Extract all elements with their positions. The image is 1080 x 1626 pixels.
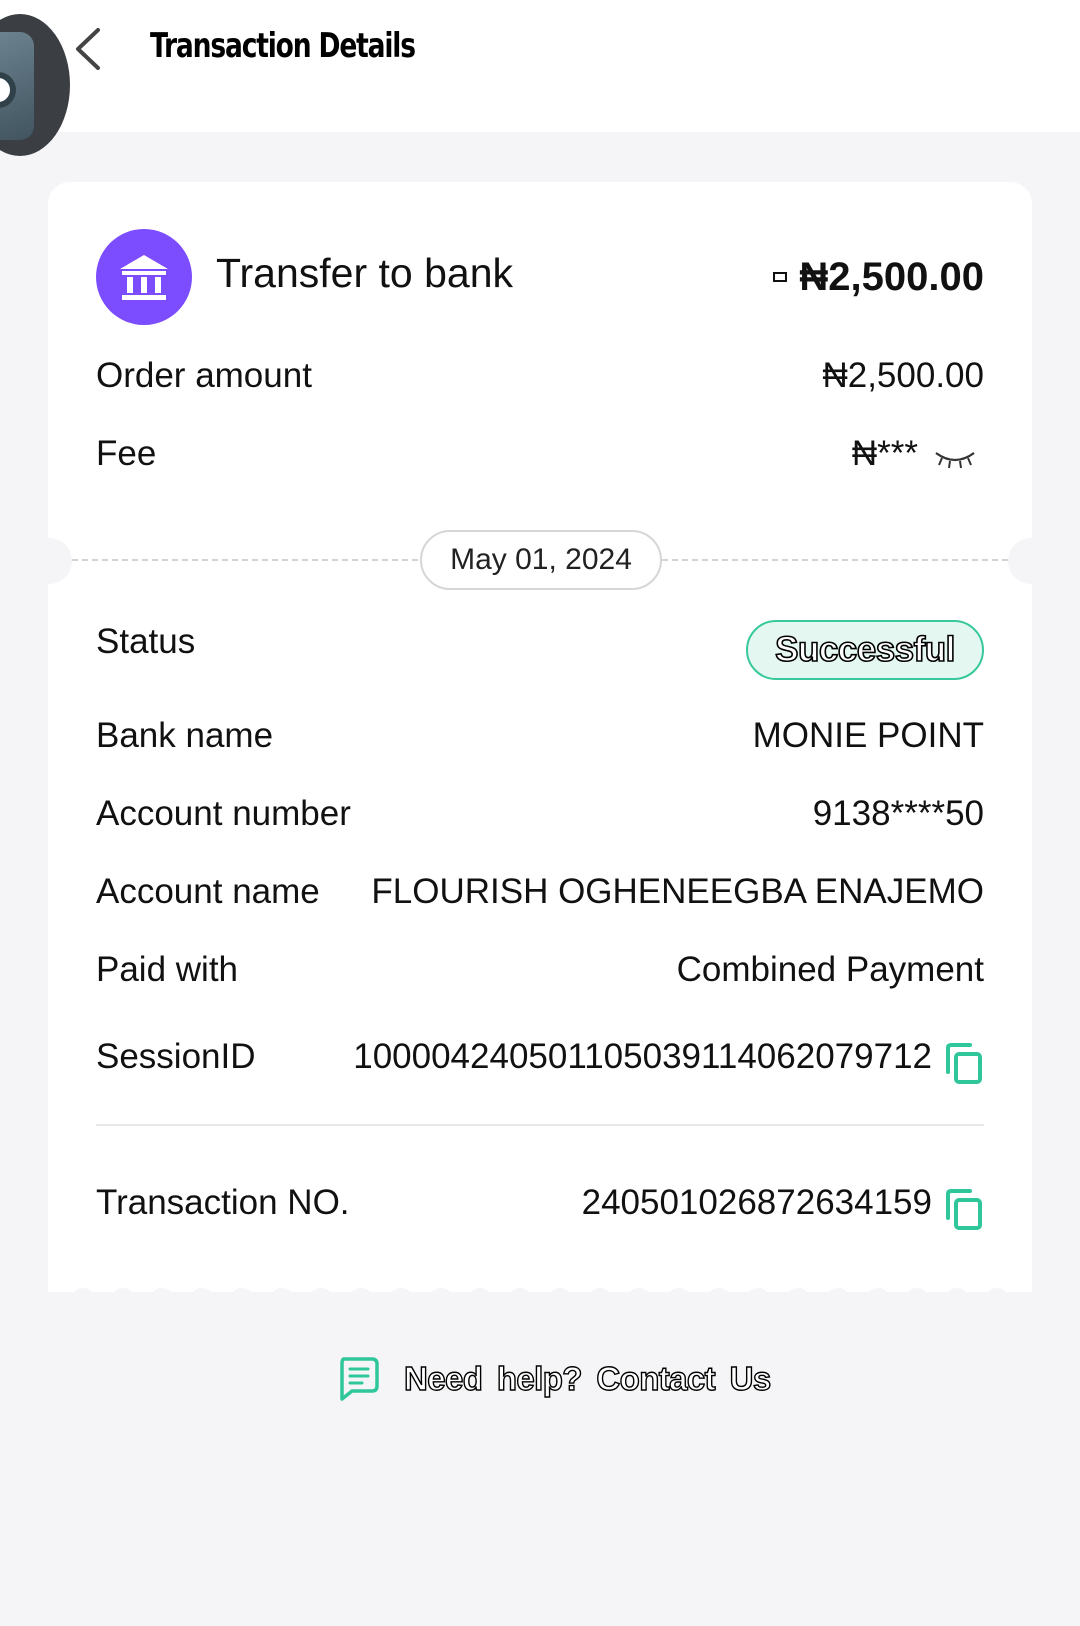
- fee-value: ₦***: [851, 434, 918, 473]
- page-title: Transaction Details: [150, 26, 416, 66]
- paid-with-row: Paid with Combined Payment: [96, 950, 984, 990]
- account-name-value: FLOURISH OGHENEEGBA ENAJEMO: [371, 872, 984, 911]
- ticket-notch-left: [26, 538, 72, 584]
- order-amount-row: Order amount ₦2,500.00: [96, 356, 984, 396]
- order-amount-value: ₦2,500.00: [822, 356, 984, 395]
- session-id-row: SessionID 100004240501105039114062079712: [96, 1028, 984, 1086]
- eye-closed-icon[interactable]: [930, 443, 980, 473]
- chevron-left-icon: [76, 28, 100, 70]
- status-row: Status Successful: [96, 620, 984, 680]
- session-id-value: 100004240501105039114062079712: [353, 1037, 932, 1076]
- account-number-value: 9138****50: [812, 794, 984, 833]
- amount-indicator-icon: [773, 272, 788, 282]
- transaction-amount: ₦2,500.00: [799, 254, 984, 299]
- account-number-label: Account number: [96, 794, 351, 833]
- fee-label: Fee: [96, 434, 157, 473]
- transaction-date: May 01, 2024: [420, 530, 662, 590]
- contact-us-text: Need help? Contact Us: [403, 1359, 772, 1397]
- session-id-group: 100004240501105039114062079712: [353, 1028, 984, 1086]
- session-id-label: SessionID: [96, 1037, 256, 1076]
- paid-with-value: Combined Payment: [676, 950, 984, 989]
- contact-us-link[interactable]: Need help? Contact Us: [336, 1354, 772, 1404]
- app-header: [0, 0, 1080, 132]
- paid-with-label: Paid with: [96, 950, 239, 989]
- bank-name-value: MONIE POINT: [752, 716, 984, 755]
- transaction-no-group: 240501026872634159: [582, 1174, 984, 1232]
- transaction-type: Transfer to bank: [216, 250, 514, 296]
- account-name-row: Account name FLOURISH OGHENEEGBA ENAJEMO: [96, 872, 984, 912]
- section-separator: [96, 1124, 984, 1126]
- bank-icon: [120, 255, 168, 300]
- bank-name-label: Bank name: [96, 716, 274, 755]
- order-amount-label: Order amount: [96, 356, 312, 395]
- fee-value-group: ₦***: [852, 434, 984, 474]
- transaction-amount-group: ₦2,500.00: [773, 255, 984, 300]
- ticket-scallop-edge: [48, 1276, 1032, 1314]
- bank-avatar: [96, 229, 192, 325]
- ticket-notch-right: [1008, 538, 1054, 584]
- transaction-no-row: Transaction NO. 240501026872634159: [96, 1174, 984, 1232]
- copy-transaction-no-icon[interactable]: [944, 1188, 984, 1232]
- copy-session-id-icon[interactable]: [944, 1042, 984, 1086]
- chat-icon: [340, 1357, 379, 1401]
- bank-name-row: Bank name MONIE POINT: [96, 716, 984, 756]
- transaction-no-value: 240501026872634159: [581, 1183, 932, 1222]
- account-name-label: Account name: [96, 872, 320, 911]
- account-number-row: Account number 9138****50: [96, 794, 984, 834]
- back-button[interactable]: [62, 24, 112, 74]
- status-label: Status: [96, 622, 196, 661]
- transaction-no-label: Transaction NO.: [96, 1183, 350, 1222]
- status-badge: Successful: [746, 620, 984, 680]
- transaction-summary: Transfer to bank ₦2,500.00: [96, 228, 984, 326]
- fee-row: Fee ₦***: [96, 434, 984, 474]
